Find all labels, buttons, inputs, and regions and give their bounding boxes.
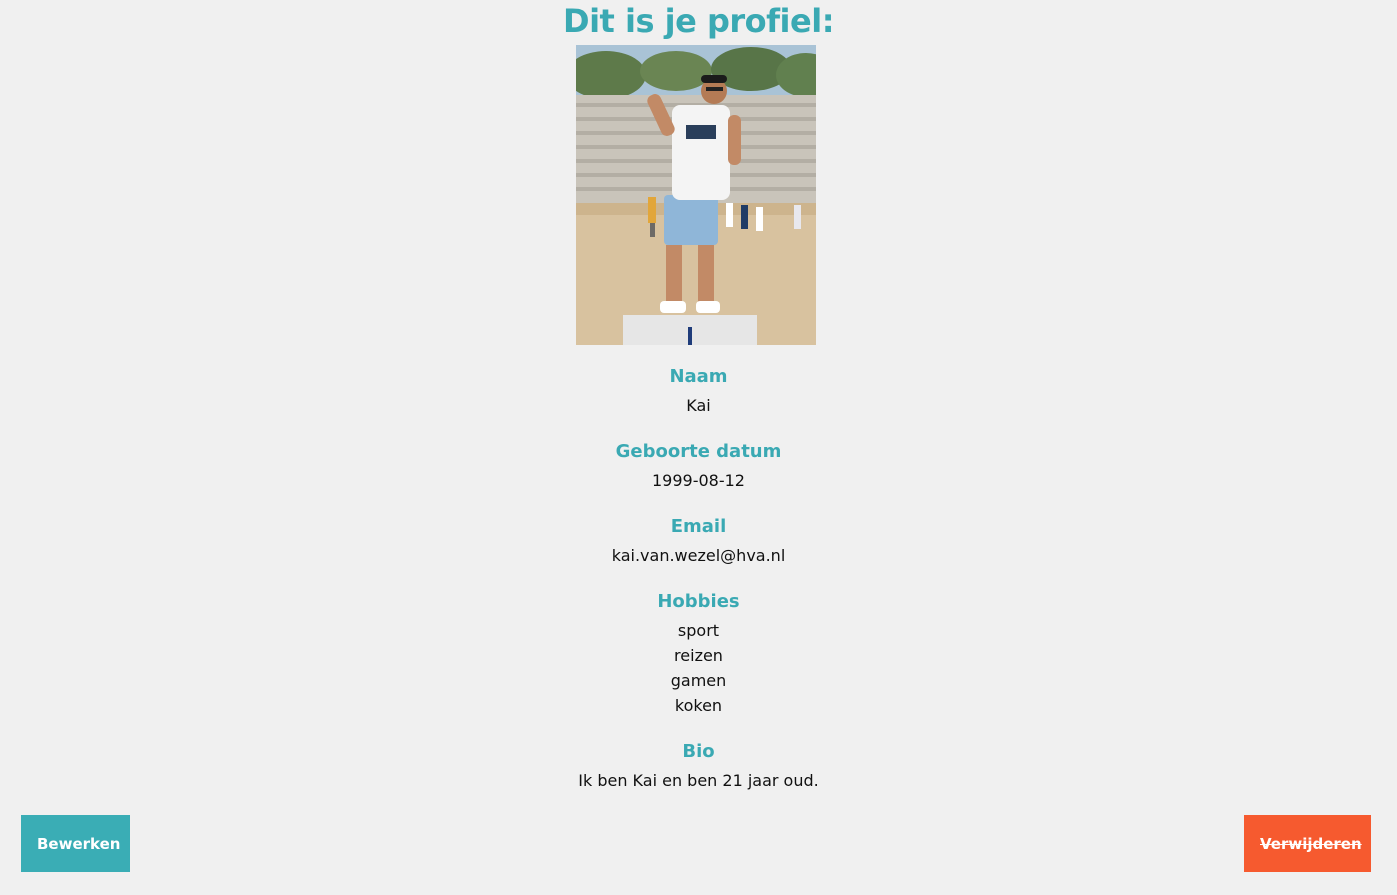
- hobby-item: sport: [677, 621, 720, 640]
- field-email: Email kai.van.wezel@hva.nl: [0, 515, 1397, 568]
- delete-button[interactable]: Verwijderen: [1244, 815, 1371, 872]
- birthdate-value: 1999-08-12: [652, 471, 745, 490]
- field-birthdate: Geboorte datum 1999-08-12: [0, 440, 1397, 493]
- birthdate-label: Geboorte datum: [615, 441, 782, 462]
- hobby-list: sport reizen gamen koken: [0, 618, 1397, 718]
- email-value: kai.van.wezel@hva.nl: [611, 546, 786, 565]
- field-hobbies: Hobbies sport reizen gamen koken: [0, 590, 1397, 718]
- email-label: Email: [670, 516, 727, 537]
- name-value: Kai: [686, 396, 711, 415]
- bio-label: Bio: [682, 741, 715, 762]
- name-label: Naam: [669, 366, 728, 387]
- field-name: Naam Kai: [0, 365, 1397, 418]
- hobby-item: koken: [674, 696, 723, 715]
- hobby-item: reizen: [674, 646, 723, 665]
- field-bio: Bio Ik ben Kai en ben 21 jaar oud.: [0, 740, 1397, 793]
- hobby-item: gamen: [670, 671, 727, 690]
- profile-page: Dit is je profiel: Naam Kai Geboorte dat…: [0, 0, 1397, 895]
- profile-fields: Naam Kai Geboorte datum 1999-08-12 Email…: [0, 365, 1397, 815]
- edit-button[interactable]: Bewerken: [21, 815, 130, 872]
- hobbies-label: Hobbies: [657, 591, 740, 612]
- profile-photo: [576, 45, 816, 345]
- page-title: Dit is je profiel:: [563, 2, 834, 40]
- bio-value: Ik ben Kai en ben 21 jaar oud.: [578, 771, 819, 790]
